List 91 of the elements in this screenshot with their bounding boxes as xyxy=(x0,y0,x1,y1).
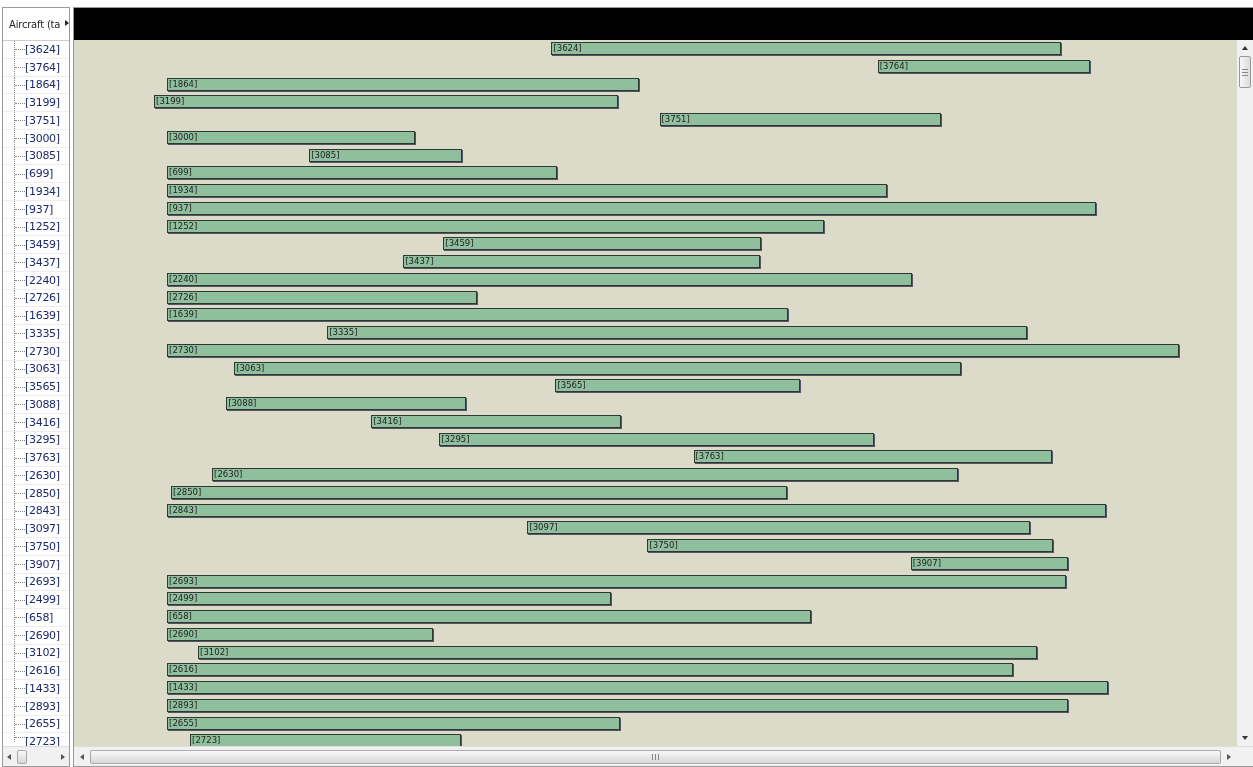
tree-item[interactable]: [3295] xyxy=(25,433,60,447)
tree-item[interactable]: [3102] xyxy=(25,646,60,660)
tree-item[interactable]: [2616] xyxy=(25,664,60,678)
gantt-bar[interactable]: [3102] xyxy=(198,645,1037,659)
tree-item[interactable]: [2499] xyxy=(25,593,60,607)
tree-item[interactable]: [2655] xyxy=(25,717,60,731)
tree-item[interactable]: [3063] xyxy=(25,362,60,376)
tree-item[interactable]: [3907] xyxy=(25,557,60,571)
tree-item[interactable]: [3437] xyxy=(25,255,60,269)
gantt-bar[interactable]: [2723] xyxy=(190,734,462,746)
tree-item[interactable]: [2240] xyxy=(25,273,60,287)
tree-item[interactable]: [3088] xyxy=(25,397,60,411)
gantt-bar[interactable]: [3565] xyxy=(555,379,800,393)
tree-item[interactable]: [3750] xyxy=(25,539,60,553)
tree-item[interactable]: [1639] xyxy=(25,309,60,323)
tree-item[interactable]: [1433] xyxy=(25,681,60,695)
gantt-bar[interactable]: [2499] xyxy=(167,592,612,606)
gantt-bar[interactable]: [1639] xyxy=(167,308,788,322)
gantt-bar[interactable]: [2730] xyxy=(167,343,1179,357)
gantt-bar[interactable]: [699] xyxy=(167,166,558,180)
gantt-bar[interactable]: [3000] xyxy=(167,130,416,144)
gantt-bar[interactable]: [2893] xyxy=(167,698,1068,712)
tree-item[interactable]: [1864] xyxy=(25,78,60,92)
tree-item[interactable]: [937] xyxy=(25,202,54,216)
tree-item[interactable]: [2690] xyxy=(25,628,60,642)
tree-item[interactable]: [2730] xyxy=(25,344,60,358)
tree-item[interactable]: [2693] xyxy=(25,575,60,589)
tree-item[interactable]: [3565] xyxy=(25,380,60,394)
tree-item[interactable]: [3416] xyxy=(25,415,60,429)
scroll-up-icon[interactable] xyxy=(1242,46,1248,50)
scrollbar-thumb[interactable] xyxy=(17,749,27,764)
gantt-bar[interactable]: [937] xyxy=(167,201,1096,215)
gantt-bar[interactable]: [1934] xyxy=(167,184,887,197)
tree-item[interactable]: [3335] xyxy=(25,326,60,340)
gantt-bar[interactable]: [2655] xyxy=(167,716,621,730)
gantt-bar[interactable]: [2240] xyxy=(167,272,912,286)
tree-item[interactable]: [699] xyxy=(25,167,54,181)
gantt-bar[interactable]: [3624] xyxy=(551,42,1061,55)
scrollbar-thumb[interactable] xyxy=(1239,56,1251,88)
gantt-bar[interactable]: [3295] xyxy=(439,432,874,446)
tree-item[interactable]: [3085] xyxy=(25,149,60,163)
scroll-left-icon[interactable] xyxy=(80,753,84,760)
tree-item[interactable]: [3459] xyxy=(25,238,60,252)
gantt-bar[interactable]: [3088] xyxy=(226,397,467,410)
scroll-right-icon[interactable] xyxy=(1227,753,1231,760)
tree-item[interactable]: [3199] xyxy=(25,96,60,110)
tree-item[interactable]: [3764] xyxy=(25,60,60,74)
gantt-bar[interactable]: [3063] xyxy=(234,361,961,375)
scroll-right-icon[interactable] xyxy=(61,753,65,760)
tree-item[interactable]: [2843] xyxy=(25,504,60,518)
tree-item[interactable]: [1934] xyxy=(25,184,60,198)
gantt-bar[interactable]: [3459] xyxy=(443,237,761,251)
tree-item[interactable]: [3097] xyxy=(25,522,60,536)
gantt-bar[interactable]: [3750] xyxy=(647,539,1053,552)
tree-item[interactable]: [2850] xyxy=(25,486,60,500)
tree-item[interactable]: [658] xyxy=(25,610,54,624)
gantt-bar[interactable]: [2726] xyxy=(167,290,478,304)
tree-item[interactable]: [3763] xyxy=(25,451,60,465)
caret-icon[interactable] xyxy=(65,20,69,26)
gantt-bar[interactable]: [658] xyxy=(167,610,811,623)
gantt-bar[interactable]: [2843] xyxy=(167,503,1106,517)
gantt-bar[interactable]: [1864] xyxy=(167,77,640,91)
scroll-down-icon[interactable] xyxy=(1242,736,1248,740)
gantt-bar[interactable]: [3763] xyxy=(693,450,1052,464)
gantt-bar[interactable]: [3907] xyxy=(910,556,1068,570)
column-header[interactable]: Aircraft (ta xyxy=(3,8,69,41)
tree-item[interactable]: [3751] xyxy=(25,113,60,127)
gantt-bar[interactable]: [1252] xyxy=(167,219,824,233)
gantt-bar[interactable]: [3416] xyxy=(371,414,622,428)
gantt-bar[interactable]: [3335] xyxy=(327,326,1027,339)
tree-item[interactable]: [2723] xyxy=(25,735,60,746)
tree-item[interactable]: [2630] xyxy=(25,468,60,482)
gantt-bar[interactable]: [2616] xyxy=(167,663,1013,677)
gantt-bar[interactable]: [3199] xyxy=(154,95,619,109)
tree-item[interactable]: [2893] xyxy=(25,699,60,713)
gantt-bar[interactable]: [2693] xyxy=(167,574,1066,588)
gantt-bar[interactable]: [2630] xyxy=(212,468,958,481)
gantt-bar[interactable]: [3085] xyxy=(309,148,463,162)
tree-item[interactable]: [2726] xyxy=(25,291,60,305)
gantt-bar[interactable]: [3437] xyxy=(403,255,760,268)
gantt-bar[interactable]: [2850] xyxy=(171,485,787,499)
gantt-bar[interactable]: [3764] xyxy=(877,59,1090,73)
tree-item[interactable]: [3624] xyxy=(25,42,60,56)
gantt-bar[interactable]: [3097] xyxy=(527,521,1030,535)
gantt-bar[interactable]: [2690] xyxy=(167,627,434,641)
tree-item[interactable]: [3000] xyxy=(25,131,60,145)
gantt-bar[interactable]: [3751] xyxy=(659,113,941,126)
gantt-bar[interactable]: [1433] xyxy=(167,681,1108,694)
scroll-left-icon[interactable] xyxy=(7,753,11,760)
scrollbar-thumb[interactable] xyxy=(90,749,1221,764)
tree-item[interactable]: [1252] xyxy=(25,220,60,234)
